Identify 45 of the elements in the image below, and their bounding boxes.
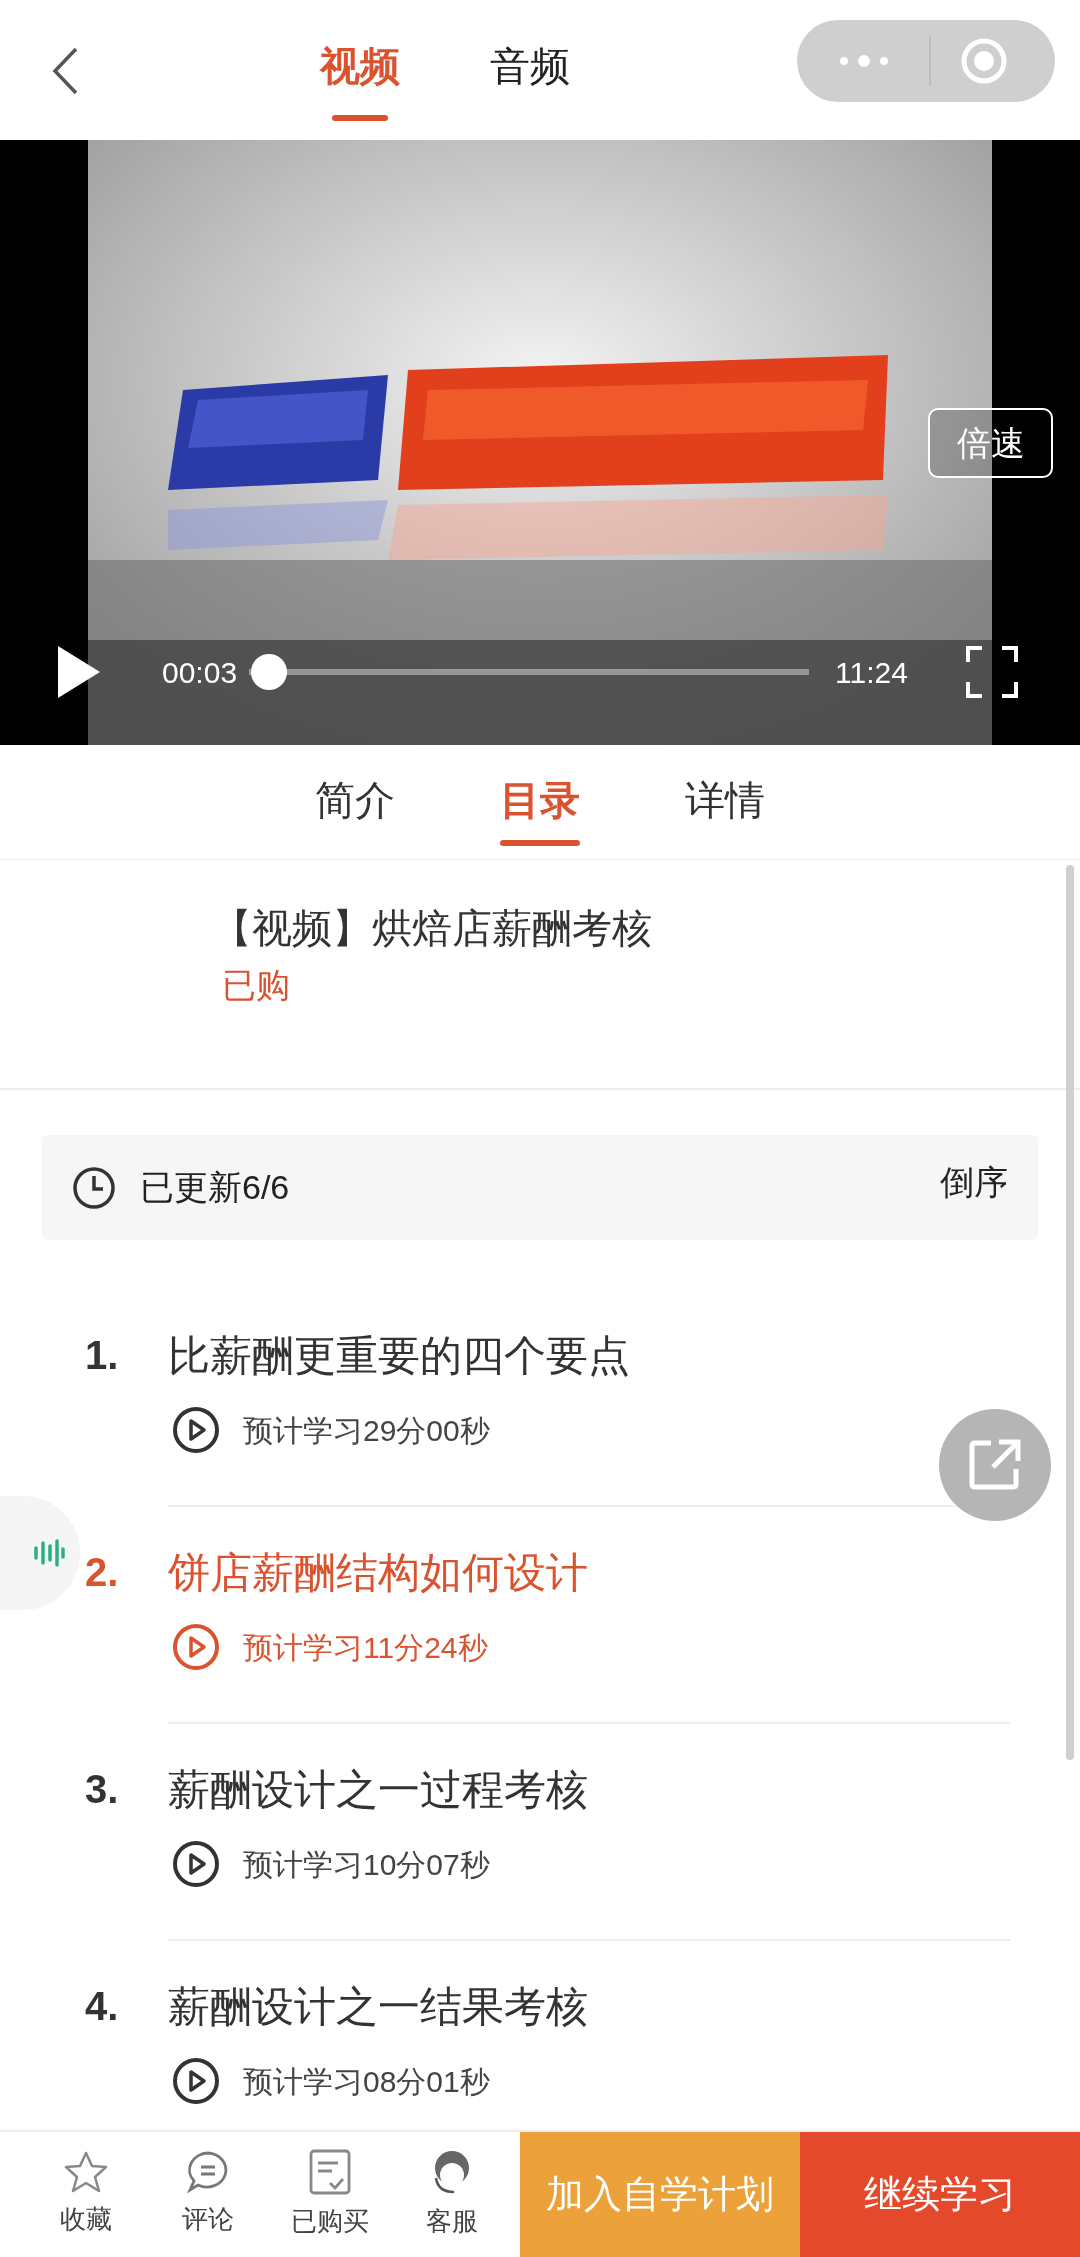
play-circle-icon xyxy=(172,1623,220,1671)
receipt-icon xyxy=(308,2148,352,2196)
toolbar-action[interactable]: 评论 xyxy=(147,2132,269,2257)
course-title: 【视频】烘焙店薪酬考核 xyxy=(212,905,653,952)
scrollbar[interactable] xyxy=(1066,865,1074,1760)
header-tab[interactable]: 音频 xyxy=(490,38,570,121)
fullscreen-icon[interactable] xyxy=(965,646,1018,698)
header-tab[interactable]: 视频 xyxy=(320,38,400,121)
lesson-title[interactable]: 薪酬设计之一结果考核 xyxy=(168,1974,588,2038)
play-circle-icon xyxy=(172,2057,220,2105)
lesson-duration: 预计学习08分01秒 xyxy=(243,2063,490,2100)
content-tab[interactable]: 目录 xyxy=(500,772,580,846)
duration-time: 11:24 xyxy=(835,654,908,691)
lesson-title[interactable]: 饼店薪酬结构如何设计 xyxy=(168,1540,588,1604)
toolbar-action[interactable]: 已购买 xyxy=(269,2132,391,2257)
lesson-number: 3. xyxy=(85,1766,120,1813)
close-icon[interactable] xyxy=(959,36,1009,86)
sound-wave-icon xyxy=(33,1538,65,1568)
lesson-number: 2. xyxy=(85,1549,120,1596)
share-icon xyxy=(967,1437,1023,1493)
play-icon[interactable] xyxy=(56,644,102,700)
sort-button[interactable]: 倒序 xyxy=(940,1157,1008,1208)
back-icon[interactable] xyxy=(50,46,80,96)
toolbar-action[interactable]: 收藏 xyxy=(25,2132,147,2257)
current-time: 00:03 xyxy=(162,654,238,691)
speed-button[interactable]: 倍速 xyxy=(928,408,1053,478)
star-icon xyxy=(63,2150,109,2194)
lesson-duration: 预计学习11分24秒 xyxy=(243,1629,488,1666)
lesson-duration: 预计学习29分00秒 xyxy=(243,1412,490,1449)
lesson-duration: 预计学习10分07秒 xyxy=(243,1846,490,1883)
clock-icon xyxy=(72,1165,116,1210)
toolbar-action[interactable]: 客服 xyxy=(391,2132,513,2257)
play-circle-icon xyxy=(172,1406,220,1454)
lesson-number: 4. xyxy=(85,1983,120,2030)
content-tab[interactable]: 简介 xyxy=(315,772,395,846)
content-tab[interactable]: 详情 xyxy=(685,772,765,846)
more-icon[interactable] xyxy=(839,54,889,68)
speech-bubble-icon xyxy=(186,2150,230,2194)
update-status: 已更新6/6 xyxy=(140,1167,290,1208)
continue-button[interactable]: 继续学习 xyxy=(800,2132,1080,2257)
play-circle-icon xyxy=(172,1840,220,1888)
lesson-number: 1. xyxy=(85,1332,120,1379)
lesson-title[interactable]: 薪酬设计之一过程考核 xyxy=(168,1757,588,1821)
purchased-label: 已购 xyxy=(222,965,291,1006)
lesson-title[interactable]: 比薪酬更重要的四个要点 xyxy=(168,1323,630,1387)
